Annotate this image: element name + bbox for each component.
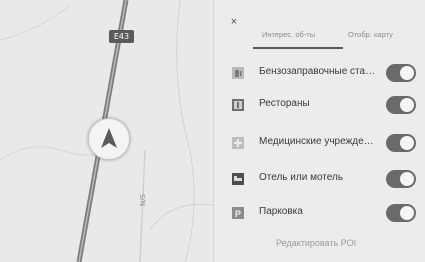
edit-poi-button[interactable]: Редактировать POI: [276, 238, 356, 248]
poi-row-medical[interactable]: Медицинские учрежде…: [213, 127, 425, 161]
road-shield: E43: [109, 30, 134, 43]
hotel-icon: [232, 173, 244, 185]
poi-label: Рестораны: [259, 98, 310, 109]
road-label: N/S: [139, 193, 147, 206]
toggle-knob: [400, 136, 414, 150]
poi-toggle[interactable]: [386, 170, 416, 188]
parking-icon: P: [232, 207, 244, 219]
restaurant-icon: [232, 99, 244, 111]
medical-icon: [232, 137, 244, 149]
screen: E43 N/S × Интерес. об-ты Отобр. карту Бе…: [0, 0, 425, 262]
poi-toggle[interactable]: [386, 96, 416, 114]
navigation-arrow-icon: [101, 128, 117, 148]
toggle-knob: [400, 66, 414, 80]
map-view[interactable]: E43 N/S: [0, 0, 213, 262]
poi-row-hotel[interactable]: Отель или мотель: [213, 163, 425, 197]
tab-show-map[interactable]: Отобр. карту: [348, 30, 393, 39]
gas-station-icon: [232, 67, 244, 79]
vehicle-position-icon[interactable]: [88, 118, 130, 160]
poi-toggle[interactable]: [386, 204, 416, 222]
toggle-knob: [400, 98, 414, 112]
poi-label: Медицинские учрежде…: [259, 136, 374, 147]
poi-label: Отель или мотель: [259, 172, 344, 183]
poi-toggle[interactable]: [386, 134, 416, 152]
poi-label: Парковка: [259, 206, 303, 217]
toggle-knob: [400, 172, 414, 186]
poi-toggle[interactable]: [386, 64, 416, 82]
svg-text:P: P: [235, 209, 241, 219]
toggle-knob: [400, 206, 414, 220]
tab-poi[interactable]: Интерес. об-ты: [262, 30, 315, 39]
poi-row-parking[interactable]: P Парковка: [213, 197, 425, 231]
poi-row-restaurants[interactable]: Рестораны: [213, 89, 425, 123]
poi-label: Бензозаправочные ста…: [259, 66, 376, 77]
poi-row-gas[interactable]: Бензозаправочные ста…: [213, 57, 425, 91]
active-tab-indicator: [253, 47, 343, 49]
close-button[interactable]: ×: [228, 16, 240, 28]
